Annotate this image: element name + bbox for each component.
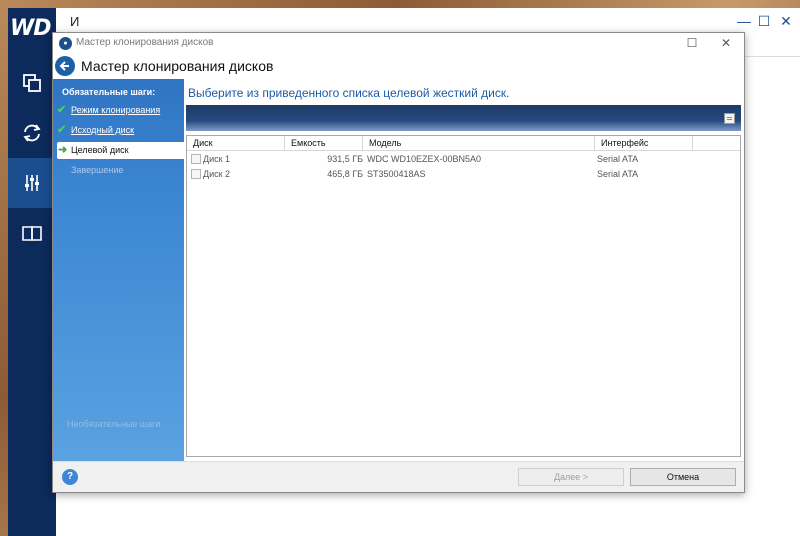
sidebar-sync-button[interactable]: [8, 108, 56, 158]
step-label: Целевой диск: [71, 145, 129, 155]
background-app-title: И: [70, 14, 80, 29]
checkmark-icon: ✔: [57, 104, 67, 116]
optional-steps-label: Необязательные шаги: [67, 419, 161, 429]
acronis-app-icon: ●: [59, 37, 72, 50]
dialog-close-icon[interactable]: ✕: [717, 35, 735, 51]
step-clone-mode[interactable]: ✔ Режим клонирования: [53, 102, 184, 119]
next-button[interactable]: Далее >: [518, 468, 624, 486]
sync-icon: [23, 124, 41, 142]
disk-interface: Serial ATA: [597, 154, 639, 164]
help-icon[interactable]: ?: [62, 469, 78, 485]
column-header-disk[interactable]: Диск: [187, 136, 285, 151]
book-icon: [22, 226, 42, 241]
clone-wizard-dialog: ● Мастер клонирования дисков ☐ ✕ Мастер …: [52, 32, 745, 493]
step-label: Режим клонирования: [71, 105, 161, 115]
list-toolbar: [186, 105, 741, 131]
disk-name: Диск 1: [203, 154, 231, 164]
instruction-text: Выберите из приведенного списка целевой …: [188, 86, 510, 100]
dialog-footer: ? Далее > Отмена: [53, 461, 744, 492]
wizard-steps-panel: Обязательные шаги: ✔ Режим клонирования …: [53, 79, 184, 461]
column-header-capacity[interactable]: Емкость: [285, 136, 363, 151]
disk-list: Диск Емкость Модель Интерфейс Диск 1 931…: [186, 135, 741, 457]
back-button[interactable]: [55, 56, 75, 76]
step-finish: Завершение: [53, 162, 184, 179]
dialog-window-title: Мастер клонирования дисков: [76, 37, 214, 48]
step-label: Исходный диск: [71, 125, 135, 135]
sidebar-help-book-button[interactable]: [8, 208, 56, 258]
wizard-title: Мастер клонирования дисков: [81, 58, 274, 74]
arrow-left-icon: [59, 61, 69, 71]
list-header: Диск Емкость Модель Интерфейс: [187, 136, 740, 151]
background-titlebar: И — ☐ ✕: [8, 8, 800, 34]
step-source-disk[interactable]: ✔ Исходный диск: [53, 122, 184, 139]
disk-capacity: 465,8 ГБ: [327, 169, 363, 179]
sidebar-tools-button[interactable]: [8, 158, 56, 208]
properties-icon[interactable]: [724, 113, 735, 124]
sidebar-clone-button[interactable]: [8, 58, 56, 108]
step-label: Завершение: [71, 165, 124, 175]
disk-capacity: 931,5 ГБ: [327, 154, 363, 164]
column-header-model[interactable]: Модель: [363, 136, 595, 151]
maximize-icon[interactable]: ☐: [752, 12, 776, 30]
sliders-icon: [25, 175, 39, 191]
table-row[interactable]: Диск 2 465,8 ГБ ST3500418AS Serial ATA: [187, 167, 740, 182]
copy-icon: [23, 74, 41, 92]
disk-model: ST3500418AS: [367, 169, 426, 179]
app-sidebar: WD: [8, 8, 56, 536]
column-header-interface[interactable]: Интерфейс: [595, 136, 693, 151]
disk-model: WDC WD10EZEX-00BN5A0: [367, 154, 482, 164]
table-row[interactable]: Диск 1 931,5 ГБ WDC WD10EZEX-00BN5A0 Ser…: [187, 152, 740, 167]
disk-checkbox[interactable]: [191, 154, 201, 164]
cancel-button[interactable]: Отмена: [630, 468, 736, 486]
dialog-maximize-icon[interactable]: ☐: [683, 35, 701, 51]
disk-checkbox[interactable]: [191, 169, 201, 179]
close-icon[interactable]: ✕: [774, 12, 798, 30]
steps-heading: Обязательные шаги:: [62, 87, 156, 97]
wd-logo: WD: [10, 16, 52, 41]
step-target-disk[interactable]: ➜ Целевой диск: [57, 142, 184, 159]
dialog-header: Мастер клонирования дисков: [53, 53, 744, 79]
arrow-right-icon: ➜: [58, 144, 68, 156]
checkmark-icon: ✔: [57, 124, 67, 136]
disk-name: Диск 2: [203, 169, 231, 179]
disk-interface: Serial ATA: [597, 169, 639, 179]
dialog-titlebar: ● Мастер клонирования дисков ☐ ✕: [53, 33, 744, 53]
